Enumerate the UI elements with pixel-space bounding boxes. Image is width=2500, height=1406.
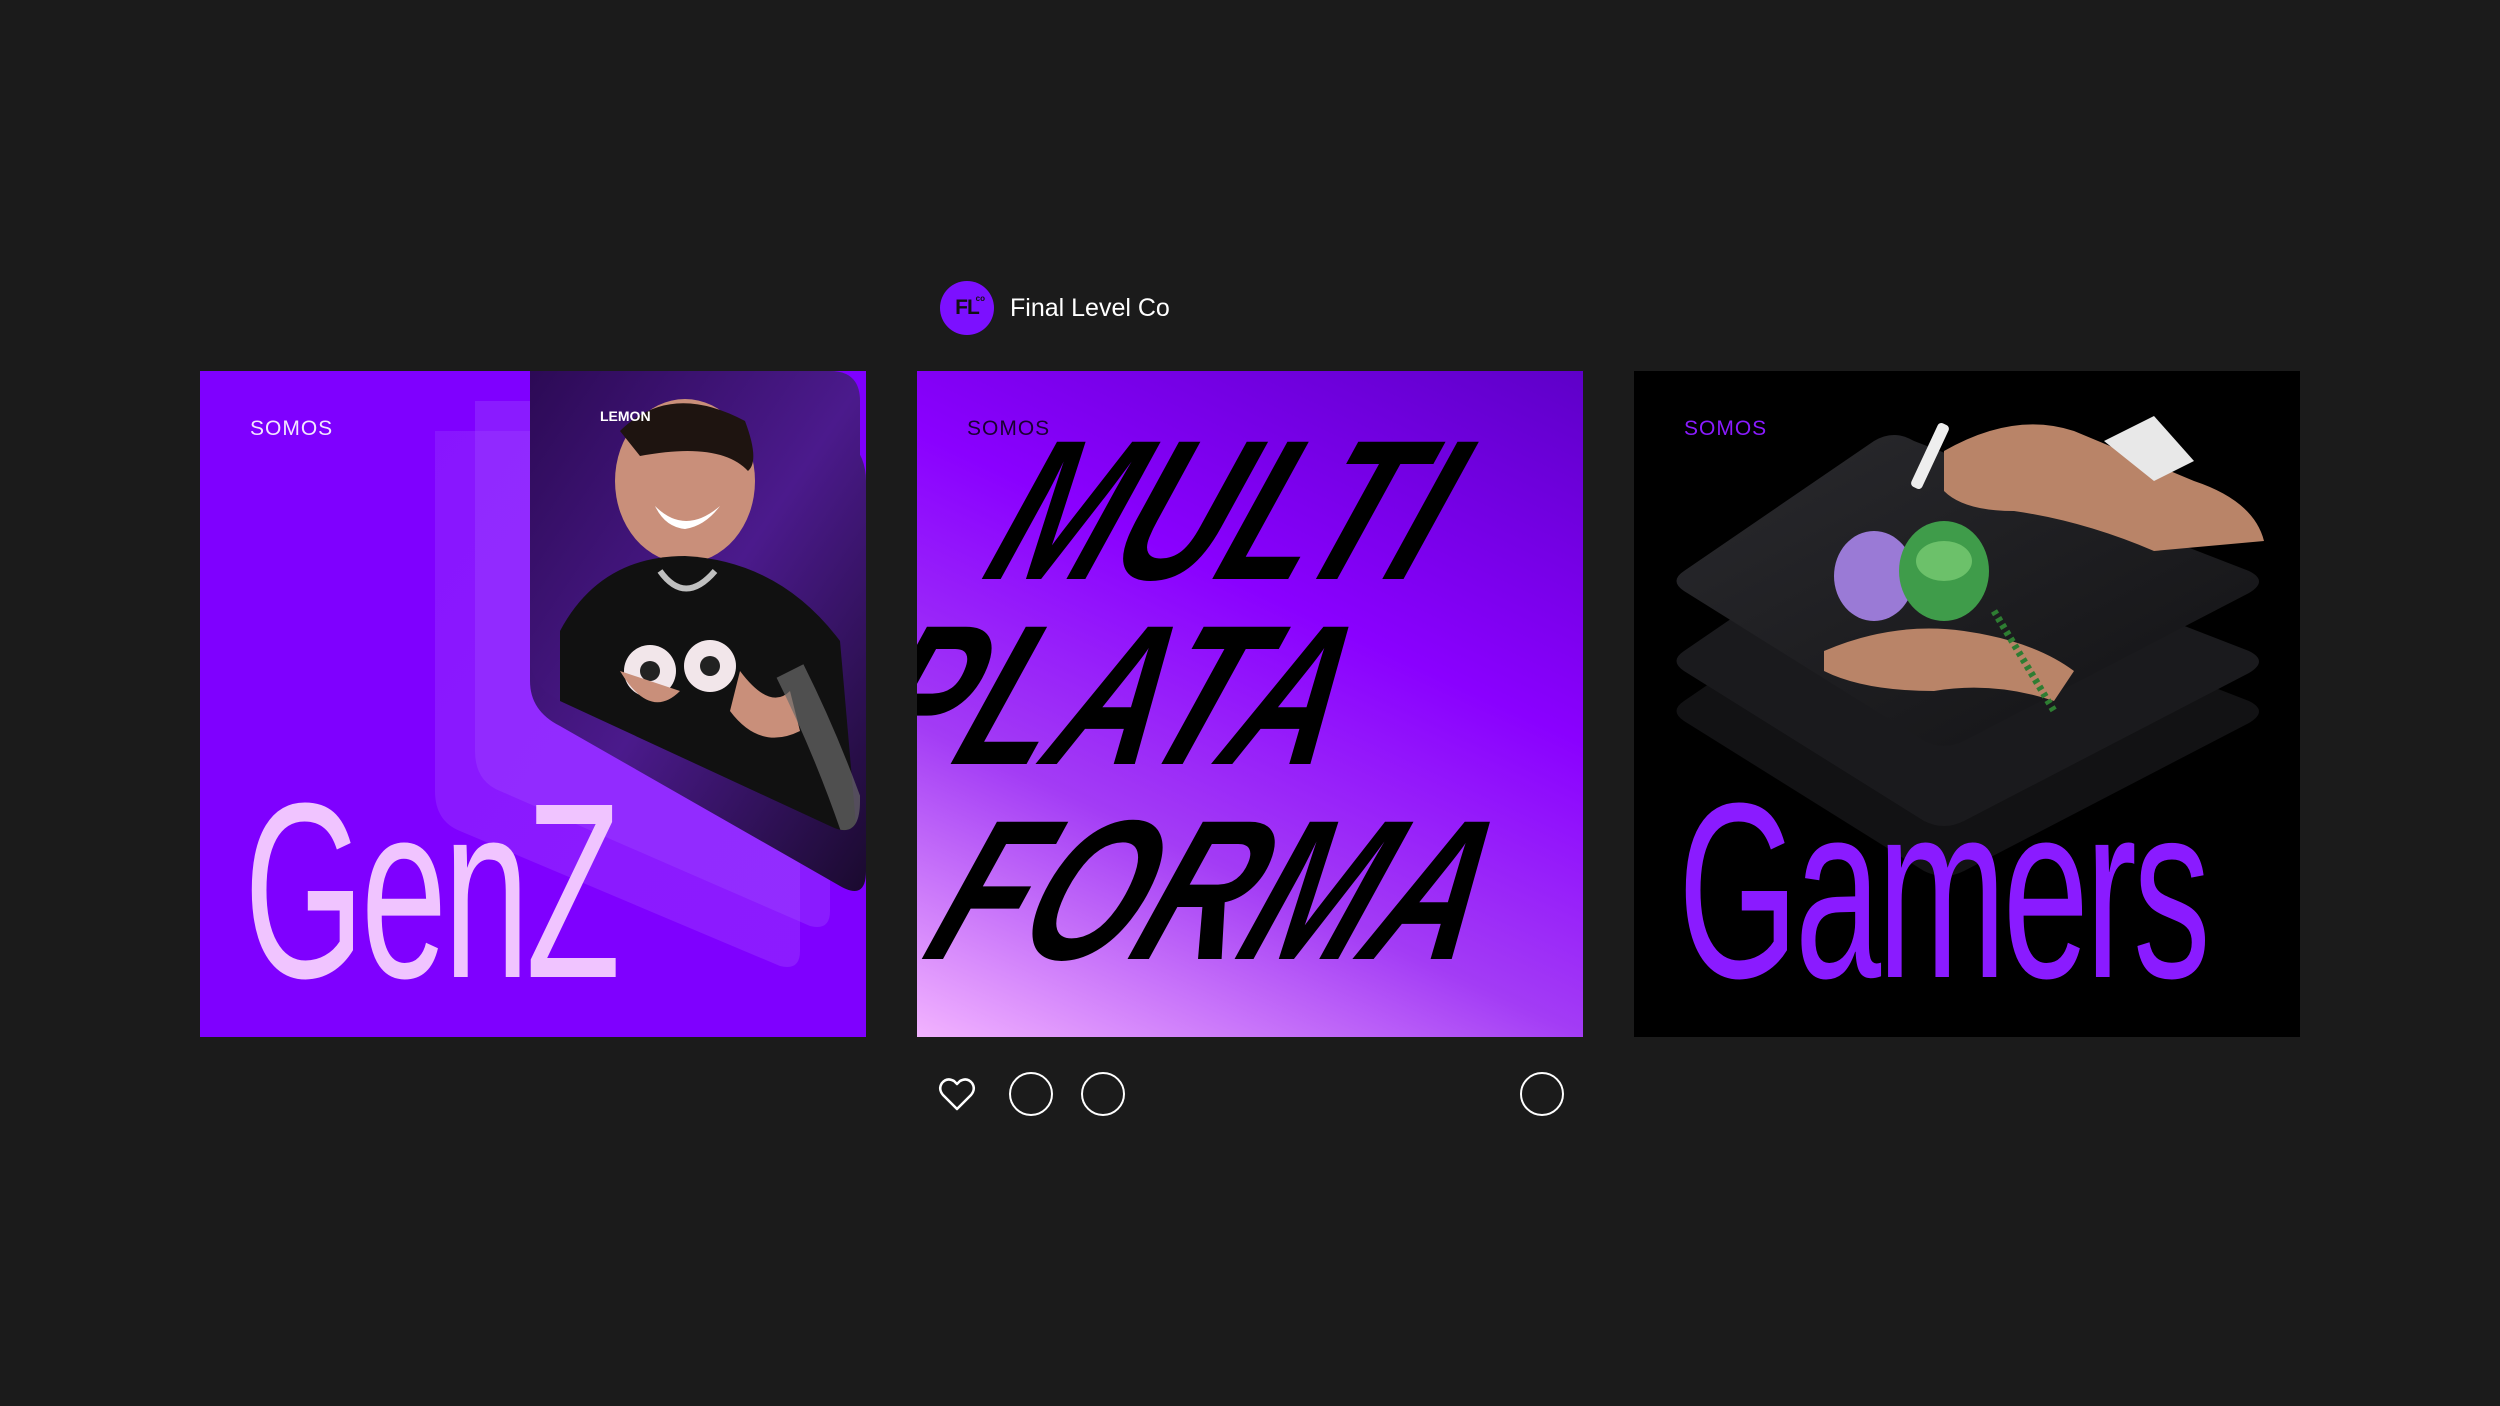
somos-label: SOMOS xyxy=(1684,417,1768,440)
carousel-card-genz[interactable]: LEMON SOMOS GenZ xyxy=(200,371,866,1037)
somos-label: SOMOS xyxy=(250,417,334,440)
headline-plata: PLATA xyxy=(917,584,1394,808)
photo-sign-text: LEMON xyxy=(600,408,651,424)
headline-genz: GenZ xyxy=(244,751,620,1030)
carousel-card-gamers[interactable]: SOMOS Gamers xyxy=(1634,371,2300,1037)
headline-forma: FORMA xyxy=(917,779,1535,1003)
post-actions xyxy=(935,1072,1567,1118)
heart-icon[interactable] xyxy=(935,1072,979,1116)
comment-icon[interactable] xyxy=(1009,1072,1053,1116)
avatar[interactable]: FL co xyxy=(940,281,994,335)
bookmark-icon[interactable] xyxy=(1520,1072,1564,1116)
carousel-card-multiplataforma[interactable]: SOMOS MULTI PLATA FORMA xyxy=(917,371,1583,1037)
headline-gamers: Gamers xyxy=(1678,751,2211,1030)
account-name[interactable]: Final Level Co xyxy=(1010,294,1170,323)
share-icon[interactable] xyxy=(1081,1072,1125,1116)
avatar-logo-sup: co xyxy=(975,294,985,303)
headline-multi: MULTI xyxy=(961,399,1494,623)
post-header: FL co Final Level Co xyxy=(940,281,1170,335)
